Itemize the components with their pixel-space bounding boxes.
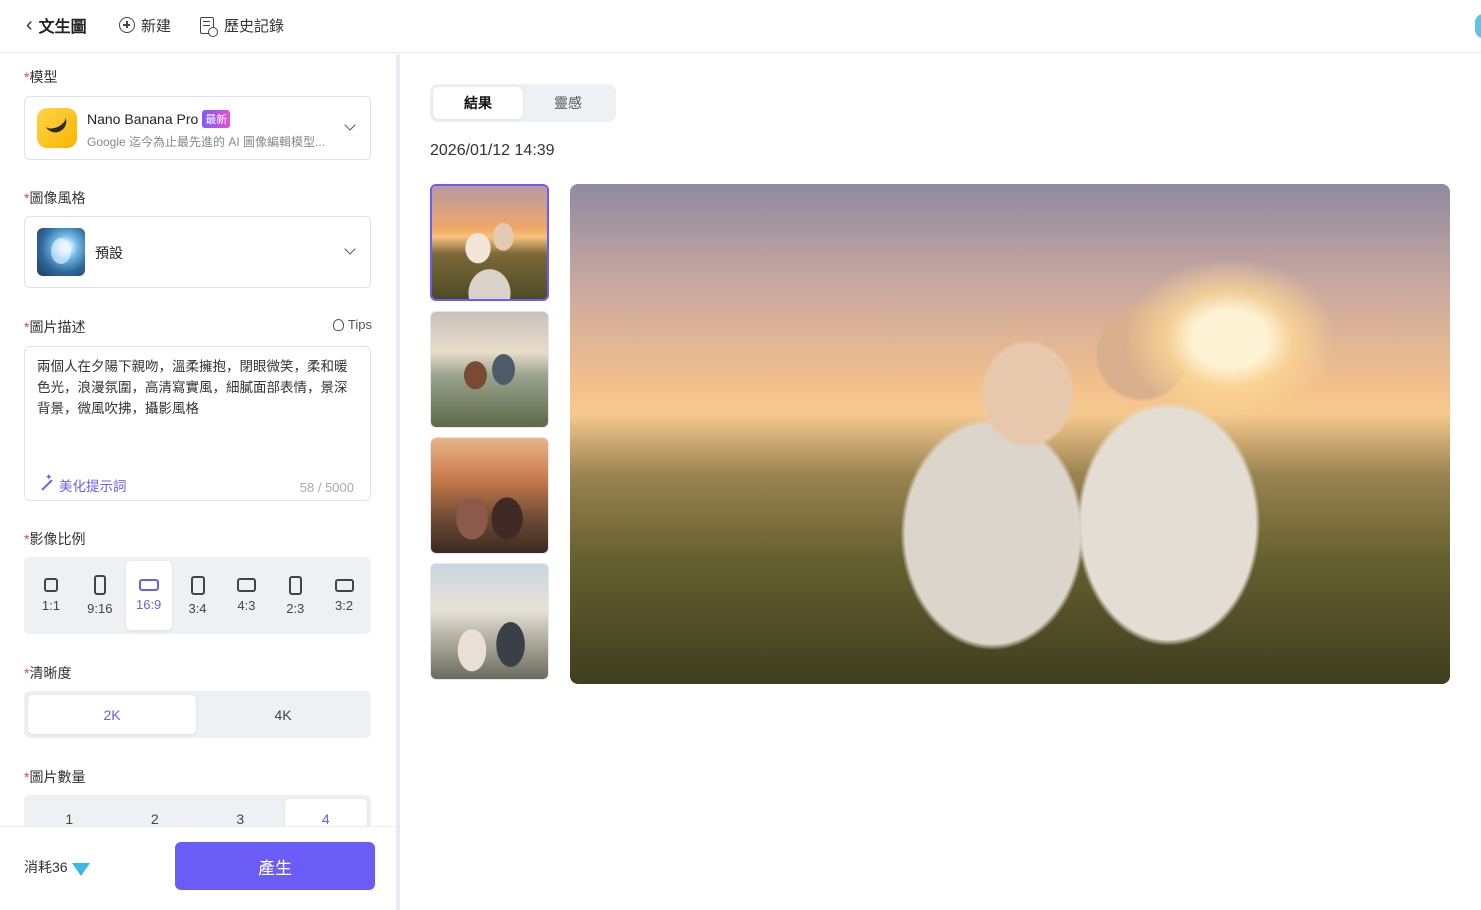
page-title: 文生圖 xyxy=(38,19,87,36)
portrait-icon xyxy=(288,575,302,595)
portrait-icon xyxy=(93,575,106,595)
result-thumbnail[interactable] xyxy=(430,437,549,554)
ratio-option-1-1[interactable]: 1:1 xyxy=(28,561,74,630)
description-label: *圖片描述 xyxy=(24,319,86,335)
landscape-icon xyxy=(236,578,256,592)
chevron-down-icon xyxy=(344,243,356,255)
aspect-ratio-selector: 1:1 9:16 16:9 3:4 4:3 2:3 3:2 xyxy=(24,557,371,634)
tab-results[interactable]: 結果 xyxy=(433,87,523,119)
cost-display: 消耗36 xyxy=(24,857,90,877)
quantity-label: *圖片數量 xyxy=(24,769,86,785)
thumbnail-image xyxy=(431,312,548,427)
ratio-option-16-9[interactable]: 16:9 xyxy=(125,561,172,630)
new-button[interactable]: 新建 xyxy=(119,0,171,50)
cost-label: 消耗36 xyxy=(24,859,68,875)
result-thumbnail[interactable] xyxy=(430,311,549,428)
result-thumbnail[interactable] xyxy=(430,563,549,680)
landscape-icon xyxy=(138,579,159,591)
history-label: 歷史記錄 xyxy=(224,17,285,35)
back-button[interactable]: ‹ 文生圖 xyxy=(26,0,87,50)
magic-wand-icon xyxy=(39,472,53,492)
chevron-down-icon xyxy=(344,119,356,131)
description-text: 兩個人在夕陽下親吻，溫柔擁抱，閉眼微笑，柔和暖色光，浪漫氛圍，高清寫實風，細膩面… xyxy=(37,359,348,416)
char-counter: 58 / 5000 xyxy=(299,480,354,495)
style-thumbnail xyxy=(37,228,85,276)
plus-circle-icon xyxy=(119,17,135,33)
resolution-option-4k[interactable]: 4K xyxy=(199,695,367,734)
model-description: Google 迄今為止最先進的 AI 圖像編輯模型... xyxy=(87,135,326,149)
generate-button[interactable]: 產生 xyxy=(175,842,375,890)
diamond-icon xyxy=(71,862,90,876)
description-textarea[interactable]: 兩個人在夕陽下親吻，溫柔擁抱，閉眼微笑，柔和暖色光，浪漫氛圍，高清寫實風，細膩面… xyxy=(24,346,371,501)
ratio-option-9-16[interactable]: 9:16 xyxy=(77,561,123,630)
landscape-icon xyxy=(334,578,354,592)
top-bar: ‹ 文生圖 新建 歷史記錄 xyxy=(0,0,1481,53)
aspect-ratio-label: *影像比例 xyxy=(24,531,86,547)
generate-footer: 消耗36 產生 xyxy=(0,826,396,910)
banana-icon xyxy=(37,108,77,148)
main-result-image[interactable] xyxy=(570,184,1450,684)
resolution-label: *清晰度 xyxy=(24,665,72,681)
thumbnail-image xyxy=(431,438,548,553)
tips-label: Tips xyxy=(347,317,372,332)
tab-inspiration[interactable]: 靈感 xyxy=(523,87,613,119)
ratio-option-2-3[interactable]: 2:3 xyxy=(272,561,318,630)
style-select[interactable]: 預設 xyxy=(24,216,371,288)
style-label: *圖像風格 xyxy=(24,190,86,206)
style-value: 預設 xyxy=(95,245,123,261)
model-select[interactable]: Nano Banana Pro 最新 Google 迄今為止最先進的 AI 圖像… xyxy=(24,96,371,160)
history-doc-icon xyxy=(200,16,218,37)
model-label: *模型 xyxy=(24,69,58,85)
thumbnail-image xyxy=(432,186,547,299)
new-label: 新建 xyxy=(141,17,172,35)
ratio-option-4-3[interactable]: 4:3 xyxy=(223,561,269,630)
chevron-left-icon: ‹ xyxy=(26,14,33,36)
history-button[interactable]: 歷史記錄 xyxy=(200,0,284,50)
square-icon xyxy=(43,578,58,592)
result-tabs: 結果 靈感 xyxy=(430,84,616,122)
resolution-option-2k[interactable]: 2K xyxy=(28,695,196,734)
generation-timestamp: 2026/01/12 14:39 xyxy=(430,142,555,159)
result-thumbnail[interactable] xyxy=(430,184,549,301)
tips-button[interactable]: Tips xyxy=(332,317,372,332)
portrait-icon xyxy=(190,575,205,595)
panel-divider[interactable] xyxy=(396,54,400,910)
beautify-label: 美化提示詞 xyxy=(59,479,127,494)
model-name: Nano Banana Pro xyxy=(87,111,199,127)
thumbnail-image xyxy=(431,564,548,679)
beautify-prompt-button[interactable]: 美化提示詞 xyxy=(39,472,127,495)
ratio-option-3-2[interactable]: 3:2 xyxy=(321,561,367,630)
lightbulb-icon xyxy=(332,318,344,331)
floating-assistant-icon[interactable] xyxy=(1475,14,1481,38)
new-badge: 最新 xyxy=(202,110,231,128)
ratio-option-3-4[interactable]: 3:4 xyxy=(175,561,221,630)
resolution-selector: 2K 4K xyxy=(24,691,371,738)
settings-panel: *模型 Nano Banana Pro 最新 Google 迄今為止最先進的 A… xyxy=(0,54,396,910)
